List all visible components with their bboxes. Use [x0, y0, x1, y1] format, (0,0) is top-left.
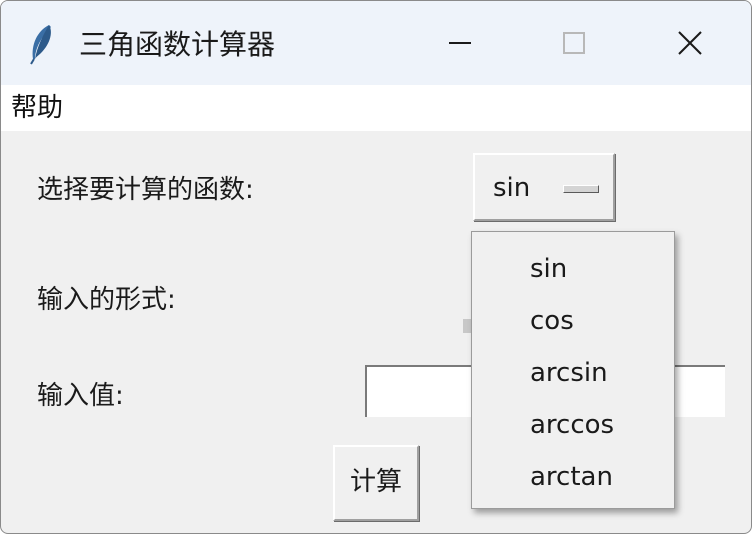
title-bar[interactable]: 三角函数计算器 — [1, 1, 751, 85]
function-label: 选择要计算的函数: — [37, 175, 254, 205]
function-dropdown-menu: sin cos arcsin arccos arctan — [471, 231, 675, 509]
menu-bar: 帮助 — [1, 85, 751, 131]
maximize-icon — [563, 32, 585, 54]
close-button[interactable] — [635, 1, 745, 85]
dropdown-option-sin[interactable]: sin — [472, 244, 674, 294]
input-format-label: 输入的形式: — [37, 285, 176, 315]
calculate-button[interactable]: 计算 — [333, 445, 419, 521]
close-icon — [678, 31, 702, 55]
function-select-value: sin — [493, 173, 531, 203]
menu-help[interactable]: 帮助 — [5, 91, 69, 125]
window-title: 三角函数计算器 — [79, 28, 276, 61]
dropdown-option-arctan[interactable]: arctan — [472, 452, 674, 502]
maximize-button[interactable] — [519, 1, 629, 85]
dropdown-option-arccos[interactable]: arccos — [472, 400, 674, 450]
app-window: 三角函数计算器 帮助 选择要计算的函数: sin 输入的形式: 输入值: 计算 — [0, 0, 752, 534]
dropdown-option-cos[interactable]: cos — [472, 296, 674, 346]
minimize-icon — [449, 42, 471, 44]
dropdown-option-arcsin[interactable]: arcsin — [472, 348, 674, 398]
minimize-button[interactable] — [405, 1, 515, 85]
feather-icon — [30, 25, 51, 65]
option-indicator-icon — [563, 185, 599, 193]
value-label: 输入值: — [37, 381, 124, 411]
function-select[interactable]: sin — [473, 153, 615, 221]
